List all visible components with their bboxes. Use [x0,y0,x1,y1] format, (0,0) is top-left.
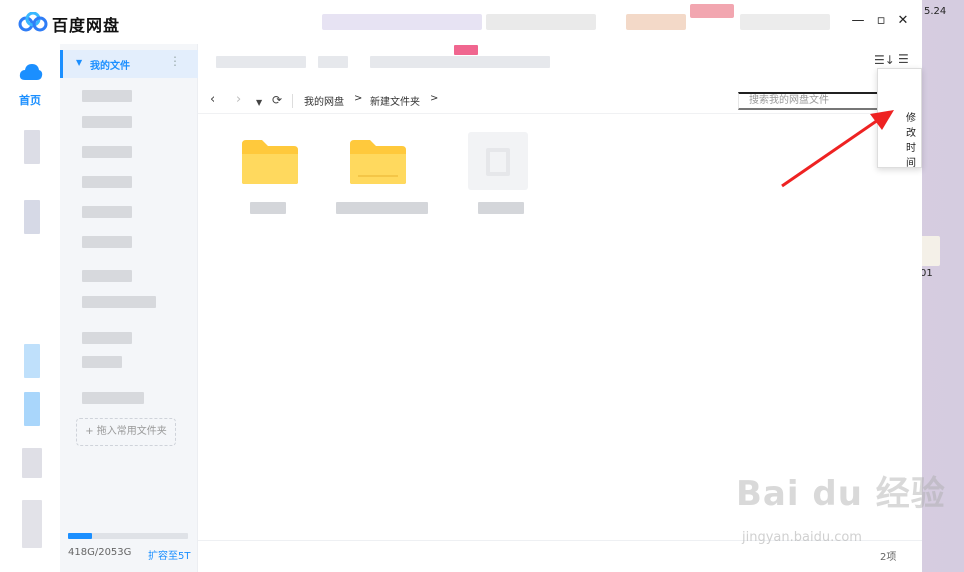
sidebar-folder-redacted[interactable] [82,296,156,308]
nav-item-redacted[interactable] [24,200,40,234]
title-tabs-redacted [322,14,482,30]
sidebar-folder-redacted[interactable] [82,146,132,158]
nav-item-redacted[interactable] [24,130,40,164]
cloud-icon[interactable] [19,62,43,82]
sidebar-folder-redacted[interactable] [82,206,132,218]
title-badge-redacted [690,4,734,18]
title-avatar-redacted[interactable] [626,14,686,30]
close-button[interactable]: ✕ [894,12,912,30]
view-mode-icon[interactable]: ☰ [898,52,909,66]
baidu-jingyan-watermark: Bai du 经验 [736,474,946,514]
toolbar-badge-redacted [454,45,478,55]
desktop-clock-fragment: 5.24 [924,6,947,17]
nav-item-redacted[interactable] [22,500,42,548]
sidebar-folder-redacted[interactable] [82,356,122,368]
folder-name-redacted [336,202,428,214]
storage-progress-bar [68,533,188,539]
document-icon [486,148,510,176]
watermark-url: jingyan.baidu.com [742,530,862,545]
history-dropdown-icon[interactable]: ▼ [256,94,262,112]
maximize-button[interactable]: ▫ [872,12,890,30]
nav-item-redacted[interactable] [22,448,42,478]
storage-usage-text: 418G/2053G [68,547,132,558]
title-tabs-redacted [486,14,596,30]
back-arrow-icon[interactable]: ‹ [210,91,215,109]
file-name-redacted [478,202,524,214]
my-files-label: 我的文件 [90,61,130,72]
folder-sidebar: ▼ 我的文件 ⋮ [60,44,198,572]
add-favorite-folder-button[interactable]: + 拖入常用文件夹 [76,418,176,446]
my-files-header[interactable]: ▼ 我的文件 ⋮ [60,50,198,78]
navbar-divider [292,94,293,108]
forward-arrow-icon[interactable]: › [236,91,241,109]
breadcrumb-separator: > [354,93,363,104]
sidebar-folder-redacted[interactable] [82,236,132,248]
minimize-button[interactable]: — [849,12,867,30]
baidu-netdisk-logo-icon [18,12,48,32]
sidebar-folder-redacted[interactable] [82,116,132,128]
sort-by-modified-time[interactable]: 修改时间 [906,109,921,169]
sidebar-folder-redacted[interactable] [82,90,132,102]
nav-rail [0,44,60,572]
toolbar-button-redacted[interactable] [318,56,348,68]
sidebar-folder-redacted[interactable] [82,176,132,188]
nav-item-redacted[interactable] [24,344,40,378]
app-title: 百度网盘 [52,16,121,35]
sidebar-folder-redacted[interactable] [82,392,144,404]
folder-name-redacted [250,202,286,214]
title-bar: 百度网盘 — ▫ ✕ [0,0,922,44]
breadcrumb-current[interactable]: 新建文件夹 [370,93,420,108]
folder-item[interactable] [330,132,428,222]
refresh-icon[interactable]: ⟳ [272,91,282,109]
folder-icon [350,140,406,184]
breadcrumb-root[interactable]: 我的网盘 [304,93,344,108]
item-count: 2项 [880,552,897,563]
nav-item-redacted[interactable] [24,392,40,426]
toolbar-button-redacted[interactable] [216,56,306,68]
expand-triangle-icon[interactable]: ▼ [76,58,82,67]
folder-item[interactable] [222,132,312,222]
more-vertical-icon[interactable]: ⋮ [169,54,181,68]
storage-progress-fill [68,533,92,539]
sidebar-folder-redacted[interactable] [82,270,132,282]
file-item[interactable] [468,132,528,190]
nav-home-label[interactable]: 首页 [19,92,41,108]
sort-icon[interactable]: ☰↓ [874,53,895,67]
folder-icon [242,140,298,184]
sidebar-folder-redacted[interactable] [82,332,132,344]
title-tools-redacted[interactable] [740,14,830,30]
breadcrumb-separator[interactable]: > [430,93,438,104]
annotation-arrow-icon [781,110,894,188]
toolbar-button-redacted[interactable] [370,56,550,68]
upgrade-storage-link[interactable]: 扩容至5T [148,547,190,562]
